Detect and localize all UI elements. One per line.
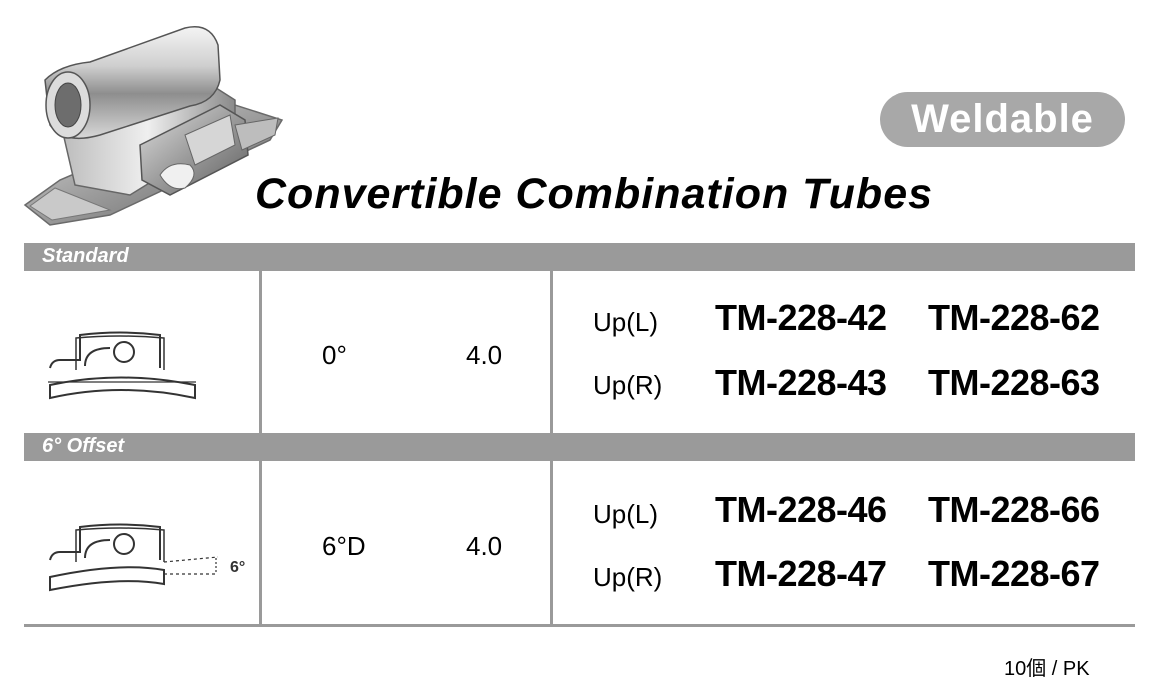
tube-diagram-standard: [48, 331, 196, 400]
column-divider: [259, 271, 262, 433]
section-bar-standard: Standard: [24, 243, 1135, 271]
column-divider: [550, 461, 553, 625]
section-label-offset: 6° Offset: [42, 435, 125, 457]
torque-value-offset: 6°D: [322, 531, 366, 561]
pack-quantity: 10個 / PK: [1004, 658, 1090, 680]
product-photo: [23, 26, 284, 226]
size-value-standard: 4.0: [466, 340, 503, 370]
side-label: Up(R): [593, 562, 663, 592]
product-code: TM-228-63: [928, 362, 1100, 403]
product-code: TM-228-62: [928, 297, 1100, 338]
page-title: Convertible Combination Tubes: [255, 170, 934, 218]
product-code: TM-228-42: [715, 297, 887, 338]
weldable-badge: Weldable: [880, 92, 1125, 147]
tube-diagram-offset: 6°: [49, 523, 245, 592]
side-label: Up(L): [593, 307, 659, 337]
offset-angle-label: 6°: [230, 559, 245, 576]
side-label: Up(R): [593, 370, 663, 400]
product-code: TM-228-47: [715, 553, 887, 594]
torque-value-standard: 0°: [322, 340, 347, 370]
column-divider: [550, 271, 553, 433]
product-code: TM-228-46: [715, 489, 887, 530]
table-bottom-rule: [24, 624, 1135, 627]
product-code: TM-228-67: [928, 553, 1100, 594]
section-label-standard: Standard: [42, 245, 129, 267]
side-label: Up(L): [593, 499, 659, 529]
product-code: TM-228-43: [715, 362, 887, 403]
product-code: TM-228-66: [928, 489, 1100, 530]
size-value-offset: 4.0: [466, 531, 503, 561]
section-bar-offset: 6° Offset: [24, 433, 1135, 461]
